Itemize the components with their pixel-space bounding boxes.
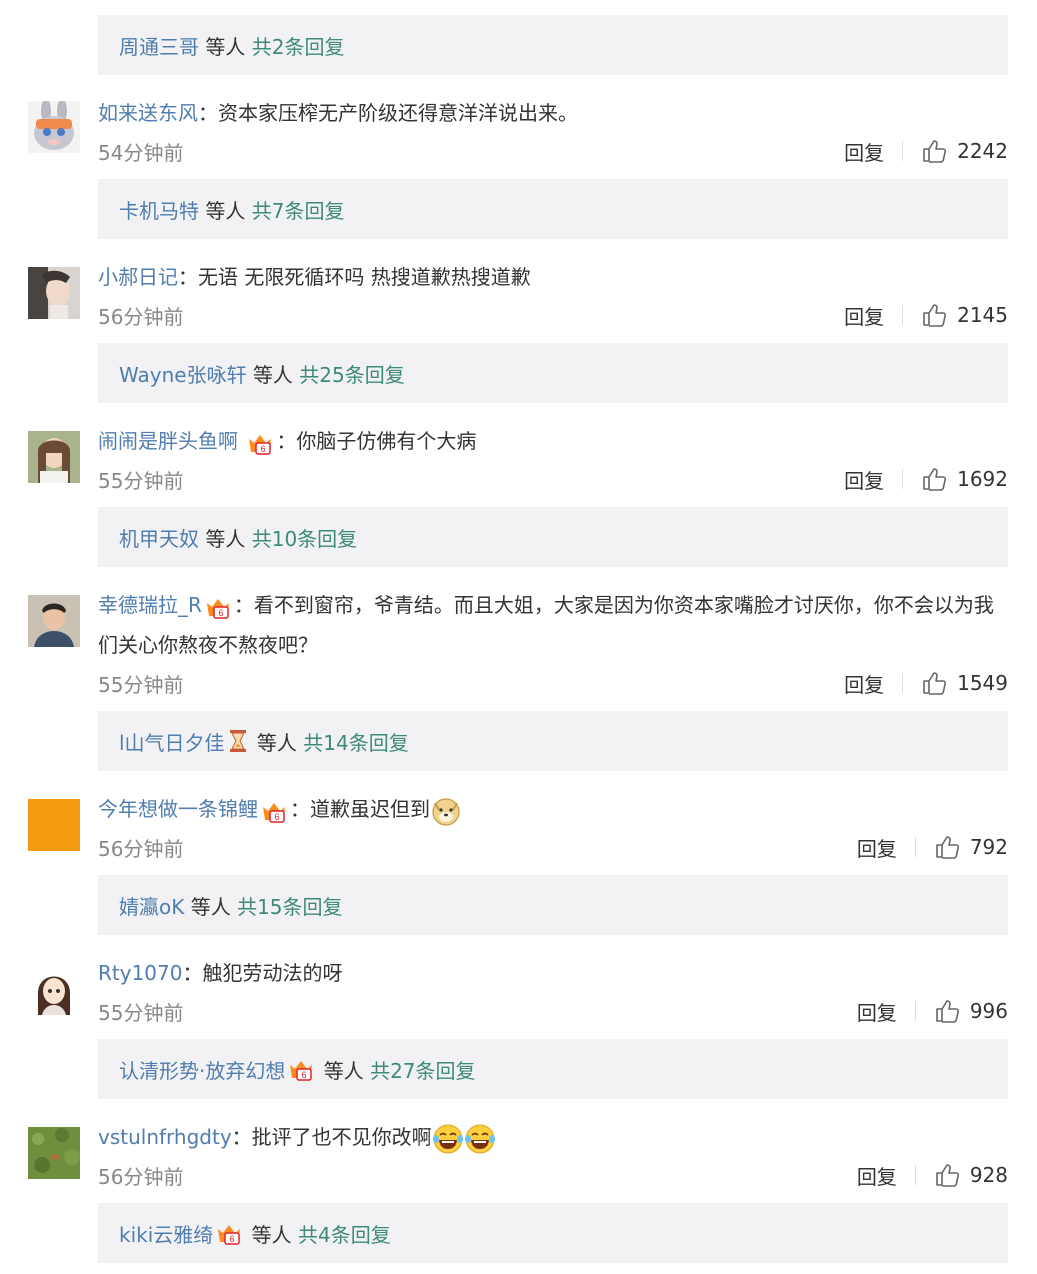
vip-crown-badge-icon: 6 xyxy=(249,434,272,455)
reply-user-link[interactable]: Wayne张咏轩 xyxy=(119,359,247,388)
reply-count-link[interactable]: 共7条回复 xyxy=(252,195,345,224)
reply-summary[interactable]: 卡机马特 等人 共7条回复 xyxy=(98,179,1008,239)
divider xyxy=(914,837,916,857)
avatar[interactable] xyxy=(28,431,80,483)
reply-user-link[interactable]: 卡机马特 xyxy=(119,195,199,224)
reply-user-link[interactable]: 机甲天奴 xyxy=(119,523,199,552)
comment-time: 56分钟前 xyxy=(98,1165,184,1189)
reply-summary[interactable]: 婧瀛oK 等人 共15条回复 xyxy=(98,875,1008,935)
comment-text: 你脑子仿佛有个大病 xyxy=(296,429,477,453)
svg-text:6: 6 xyxy=(274,812,279,822)
reply-user-link[interactable]: kiki云雅绮 xyxy=(119,1219,213,1248)
divider xyxy=(914,1165,916,1185)
like-count: 1692 xyxy=(957,467,1008,491)
avatar[interactable] xyxy=(28,963,80,1015)
avatar[interactable] xyxy=(28,101,80,153)
reply-summary[interactable]: l山气日夕佳 等人 共14条回复 xyxy=(98,711,1008,771)
thumbs-up-icon[interactable] xyxy=(921,670,947,696)
reply-button[interactable]: 回复 xyxy=(844,465,884,494)
divider xyxy=(914,1001,916,1021)
reply-button[interactable]: 回复 xyxy=(844,301,884,330)
reply-user-link[interactable]: 认清形势·放弃幻想 xyxy=(119,1055,285,1084)
reply-count-link[interactable]: 共15条回复 xyxy=(237,891,342,920)
reply-summary[interactable]: Wayne张咏轩 等人 共25条回复 xyxy=(98,343,1008,403)
comment-text: 道歉虽迟但到 xyxy=(310,797,430,821)
reply-count-link[interactable]: 共27条回复 xyxy=(370,1055,475,1084)
thumbs-up-icon[interactable] xyxy=(921,138,947,164)
vip-crown-badge-icon: 6 xyxy=(218,1225,241,1245)
avatar[interactable] xyxy=(28,799,80,851)
like-count: 928 xyxy=(969,1163,1008,1187)
comment-user[interactable]: 如来送东风 xyxy=(98,101,198,125)
avatar[interactable] xyxy=(28,267,80,319)
comment-time: 54分钟前 xyxy=(98,141,184,165)
comment-user[interactable]: 小郝日记 xyxy=(98,265,178,289)
vip-crown-badge-icon: 6 xyxy=(290,1061,313,1081)
comment-text: 触犯劳动法的呀 xyxy=(202,961,343,985)
divider xyxy=(902,673,904,693)
like-count: 2242 xyxy=(957,139,1008,163)
like-count: 2145 xyxy=(957,303,1008,327)
divider xyxy=(902,305,904,325)
reply-user-link[interactable]: l山气日夕佳 xyxy=(119,727,225,756)
comment-user[interactable]: 今年想做一条锦鲤 xyxy=(98,797,258,821)
reply-button[interactable]: 回复 xyxy=(844,137,884,166)
comment-time: 55分钟前 xyxy=(98,673,184,697)
comment-text: 看不到窗帘，爷青结。而且大姐，大家是因为你资本家嘴脸才讨厌你，你不会以为我们关心… xyxy=(98,593,994,657)
divider xyxy=(902,141,904,161)
svg-text:6: 6 xyxy=(261,444,266,454)
like-count: 1549 xyxy=(957,671,1008,695)
comment-text: 批评了也不见你改啊 xyxy=(251,1125,432,1149)
thumbs-up-icon[interactable] xyxy=(934,1162,960,1188)
comment-user[interactable]: Rty1070 xyxy=(98,961,182,985)
divider xyxy=(902,469,904,489)
like-count: 996 xyxy=(969,999,1008,1023)
vip-crown-badge-icon: 6 xyxy=(206,598,229,619)
comment-time: 55分钟前 xyxy=(98,1001,184,1025)
svg-text:6: 6 xyxy=(230,1234,235,1244)
reply-button[interactable]: 回复 xyxy=(844,669,884,698)
comment-user[interactable]: 闹闹是胖头鱼啊 xyxy=(98,429,238,453)
laughing-tears-emoji-icon xyxy=(464,1124,495,1153)
hourglass-icon xyxy=(229,730,246,752)
reply-count-link[interactable]: 共25条回复 xyxy=(299,359,404,388)
like-count: 792 xyxy=(969,835,1008,859)
reply-count-link[interactable]: 共14条回复 xyxy=(303,727,408,756)
vip-crown-badge-icon: 6 xyxy=(263,802,285,823)
reply-summary[interactable]: kiki云雅绮 6 等人 共4条回复 xyxy=(98,1203,1008,1263)
comment-text: 资本家压榨无产阶级还得意洋洋说出来。 xyxy=(218,101,578,125)
reply-button[interactable]: 回复 xyxy=(857,833,897,862)
reply-count-link[interactable]: 共4条回复 xyxy=(298,1219,391,1248)
svg-text:6: 6 xyxy=(218,608,223,618)
thumbs-up-icon[interactable] xyxy=(921,302,947,328)
reply-button[interactable]: 回复 xyxy=(857,1161,897,1190)
reply-summary[interactable]: 机甲天奴 等人 共10条回复 xyxy=(98,507,1008,567)
svg-text:6: 6 xyxy=(302,1070,307,1080)
reply-count-link[interactable]: 共10条回复 xyxy=(252,523,357,552)
reply-user-link[interactable]: 婧瀛oK xyxy=(119,891,184,920)
reply-count-link[interactable]: 共2条回复 xyxy=(252,31,345,60)
reply-summary[interactable]: 认清形势·放弃幻想 6 等人 共27条回复 xyxy=(98,1039,1008,1099)
reply-button[interactable]: 回复 xyxy=(857,997,897,1026)
doge-emoji-icon xyxy=(432,797,460,826)
comment-time: 56分钟前 xyxy=(98,837,184,861)
comment-text: 无语 无限死循环吗 热搜道歉热搜道歉 xyxy=(198,265,531,289)
reply-user-link[interactable]: 周通三哥 xyxy=(119,31,199,60)
avatar[interactable] xyxy=(28,595,80,647)
comment-user[interactable]: 幸德瑞拉_R xyxy=(98,593,202,617)
thumbs-up-icon[interactable] xyxy=(921,466,947,492)
laughing-tears-emoji-icon xyxy=(432,1124,463,1153)
thumbs-up-icon[interactable] xyxy=(934,998,960,1024)
comment-time: 56分钟前 xyxy=(98,305,184,329)
reply-summary[interactable]: 周通三哥 等人 共2条回复 xyxy=(98,15,1008,75)
thumbs-up-icon[interactable] xyxy=(934,834,960,860)
comment-user[interactable]: vstulnfrhgdty xyxy=(98,1125,232,1149)
avatar[interactable] xyxy=(28,1127,80,1179)
comment-time: 55分钟前 xyxy=(98,469,184,493)
